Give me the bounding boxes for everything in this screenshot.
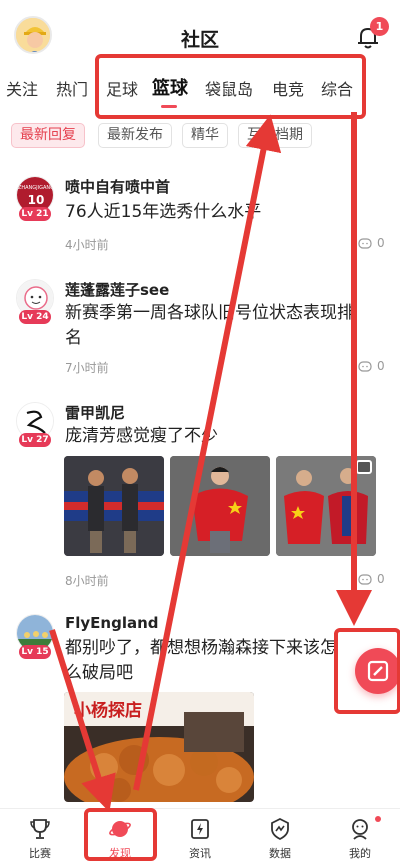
author-name[interactable]: 喷中自有喷中首	[65, 176, 170, 197]
nav-profile[interactable]: 我的	[320, 809, 400, 863]
nav-label: 我的	[349, 847, 371, 860]
profile-notification-dot	[375, 816, 381, 822]
notification-badge: 1	[370, 17, 389, 36]
filter-featured[interactable]: 精华	[182, 123, 228, 148]
comment-icon[interactable]	[358, 574, 372, 586]
nav-match[interactable]: 比赛	[0, 809, 80, 863]
tab-follow[interactable]: 关注	[6, 76, 38, 100]
profile-icon	[352, 819, 368, 840]
post-time: 7小时前	[65, 361, 109, 375]
post-photo[interactable]	[170, 456, 270, 556]
post-photo[interactable]	[64, 456, 164, 556]
bottom-navigation: 比赛 发现 资讯 数据 我的	[0, 808, 400, 863]
trophy-icon	[30, 819, 50, 839]
comment-count: 0	[377, 236, 385, 250]
post-photo[interactable]	[276, 456, 376, 556]
annotation-box-tabs	[95, 54, 366, 119]
nav-news[interactable]: 资讯	[160, 809, 240, 863]
author-name[interactable]: 雷甲凯尼	[65, 402, 125, 423]
post-text[interactable]: 都别吵了，都想想杨瀚森接下来该怎么破局吧	[65, 636, 345, 686]
annotation-box-discover	[84, 808, 157, 861]
author-name[interactable]: 莲蓬露莲子see	[65, 279, 169, 300]
level-badge: Lv 21	[19, 207, 51, 221]
nav-data[interactable]: 数据	[240, 809, 320, 863]
data-shield-icon	[271, 817, 289, 841]
post-text[interactable]: 76人近15年选秀什么水平	[65, 200, 365, 225]
post-time: 4小时前	[65, 238, 109, 252]
svg-text:ZHANGJIGANG: ZHANGJIGANG	[18, 185, 54, 191]
top-bar: 社区 1	[0, 0, 400, 62]
post-time: 8小时前	[65, 574, 109, 588]
nav-label: 数据	[269, 847, 291, 860]
author-name[interactable]: FlyEngland	[65, 614, 159, 632]
page-title: 社区	[180, 29, 219, 51]
multi-image-icon	[356, 460, 372, 474]
nav-label: 资讯	[189, 847, 211, 860]
tab-hot[interactable]: 热门	[56, 76, 88, 100]
post-text[interactable]: 新赛季第一周各球队旧号位状态表现排名	[65, 301, 365, 351]
news-bolt-icon	[191, 819, 209, 839]
post-text[interactable]: 庞清芳感觉瘦了不少	[65, 424, 365, 449]
svg-text:10: 10	[28, 193, 45, 207]
level-badge: Lv 27	[19, 433, 51, 447]
filter-interaction[interactable]: 互动档期	[238, 123, 312, 148]
filter-latest-post[interactable]: 最新发布	[98, 123, 172, 148]
level-badge: Lv 24	[19, 310, 51, 324]
image-caption: 小杨探店	[74, 701, 142, 721]
comment-count: 0	[377, 572, 385, 586]
level-badge: Lv 15	[19, 645, 51, 659]
nav-label: 比赛	[29, 847, 51, 860]
post-item[interactable]: Lv 27 雷甲凯尼 庞清芳感觉瘦了不少 8小时前 0	[0, 402, 400, 597]
comment-icon[interactable]	[358, 361, 372, 373]
filter-latest-reply[interactable]: 最新回复	[11, 123, 85, 148]
comment-count: 0	[377, 359, 385, 373]
annotation-box-compose	[334, 628, 400, 714]
post-image[interactable]: 小杨探店	[64, 692, 254, 802]
post-item[interactable]: Lv 24 莲蓬露莲子see 新赛季第一周各球队旧号位状态表现排名 7小时前 0	[0, 279, 400, 379]
post-item[interactable]: ZHANGJIGANG 10 Lv 21 喷中自有喷中首 76人近15年选秀什么…	[0, 176, 400, 256]
comment-icon[interactable]	[358, 238, 372, 250]
